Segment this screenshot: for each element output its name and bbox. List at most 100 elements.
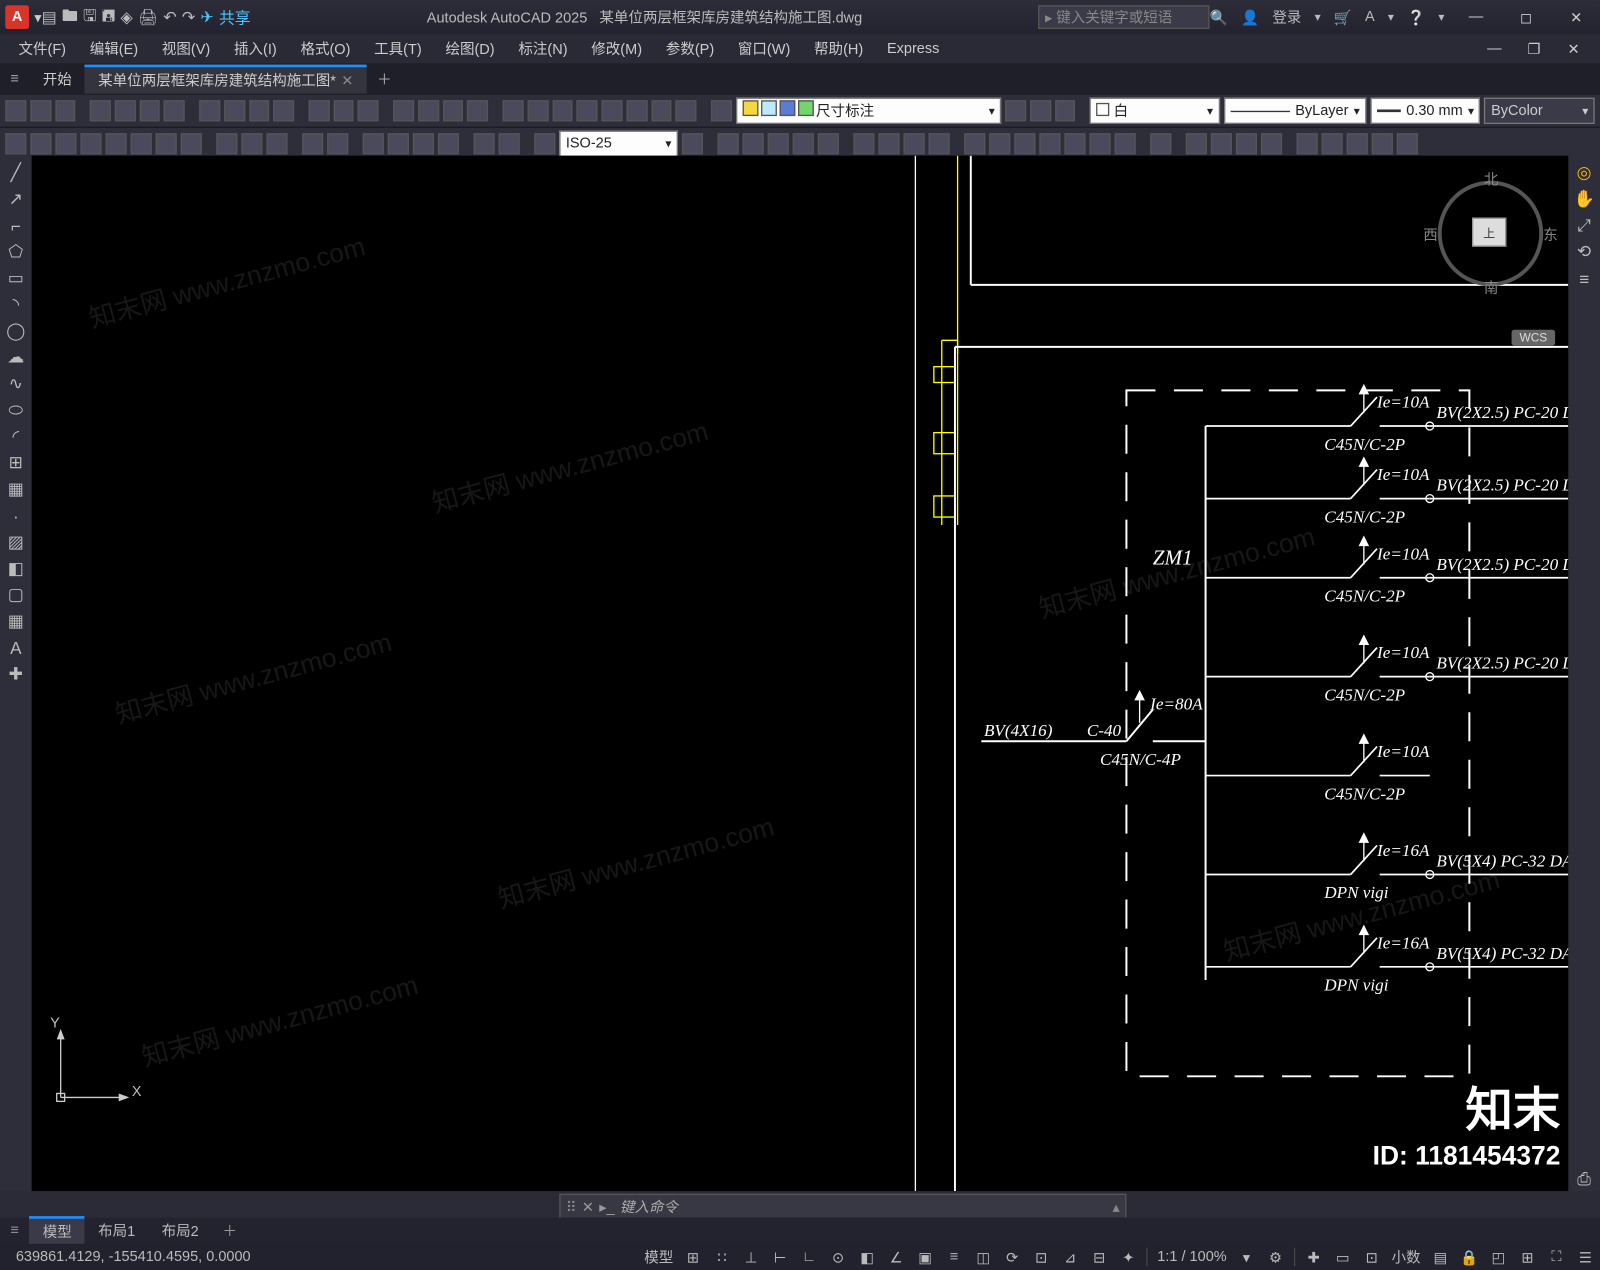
menu-help[interactable]: 帮助(H) [803, 36, 873, 62]
login-icon[interactable]: 👤 [1241, 9, 1259, 26]
rect-icon[interactable]: ▭ [4, 266, 28, 290]
hwaccel-icon[interactable]: ⊞ [1514, 1246, 1540, 1267]
status-model[interactable]: 模型 [639, 1246, 679, 1267]
infer-icon[interactable]: ⊥ [738, 1246, 764, 1267]
doc-minimize-icon[interactable]: — [1476, 38, 1513, 59]
qat-share-label[interactable]: 共享 [219, 6, 251, 28]
doc-restore-icon[interactable]: ❐ [1516, 38, 1553, 60]
move-icon[interactable] [853, 133, 874, 154]
revcloud-icon[interactable]: ☁ [4, 346, 28, 370]
break-icon[interactable] [1014, 133, 1035, 154]
snap-icon[interactable]: ∷ [709, 1246, 735, 1267]
ellipse-arc-icon[interactable]: ◜ [4, 425, 28, 449]
erase-icon[interactable] [718, 133, 739, 154]
color-dropdown[interactable]: 白▾ [1090, 98, 1220, 124]
dimedit-icon[interactable] [474, 133, 495, 154]
tolerance-icon[interactable] [363, 133, 384, 154]
line-icon[interactable]: ╱ [4, 161, 28, 185]
table-icon[interactable]: ▦ [4, 609, 28, 633]
cmd-handle-icon[interactable]: ⠿ [566, 1198, 577, 1215]
ellipse-icon[interactable]: ⬭ [4, 398, 28, 422]
monitor-icon[interactable]: ▭ [1330, 1246, 1356, 1267]
showmotion-icon[interactable]: ≡ [1572, 266, 1596, 290]
props-icon[interactable] [503, 100, 524, 121]
dim-break-icon[interactable] [327, 133, 348, 154]
3dosnap-icon[interactable]: ⊡ [1028, 1246, 1054, 1267]
new-file-icon[interactable] [5, 100, 26, 121]
block-make-icon[interactable] [1186, 133, 1207, 154]
dim-quick-icon[interactable] [216, 133, 237, 154]
menu-express[interactable]: Express [876, 38, 950, 59]
region-icon-l[interactable]: ▢ [4, 583, 28, 607]
isodraft-icon[interactable]: ◧ [854, 1246, 880, 1267]
layout-add-button[interactable]: ＋ [212, 1220, 248, 1241]
wcs-badge[interactable]: WCS [1512, 330, 1556, 346]
gizmo-icon[interactable]: ✦ [1115, 1246, 1141, 1267]
xline-icon[interactable]: ↗ [4, 187, 28, 211]
annoscale-icon-sb[interactable]: ▾ [1233, 1246, 1259, 1267]
new-tab-button[interactable]: ＋ [367, 69, 403, 90]
copy-icon[interactable] [224, 100, 245, 121]
ws-icon[interactable]: ✚ [1301, 1246, 1327, 1267]
qat-new-icon[interactable]: ▤ [42, 8, 57, 26]
cleanscreen-icon[interactable] [676, 100, 697, 121]
save-file-icon[interactable] [55, 100, 76, 121]
layer-state-icon[interactable] [1030, 100, 1051, 121]
menu-window[interactable]: 窗口(W) [727, 36, 800, 62]
zoom-ext-icon-r[interactable]: ⤢ [1572, 214, 1596, 238]
layermgr-icon[interactable] [711, 100, 732, 121]
match-icon[interactable] [273, 100, 294, 121]
inspect-icon[interactable] [413, 133, 434, 154]
dim-aligned-icon[interactable] [30, 133, 51, 154]
addselect-icon[interactable]: ✚ [4, 662, 28, 686]
layer-iso-icon[interactable] [1055, 100, 1076, 121]
plot-icon[interactable] [90, 100, 111, 121]
dim-base-icon[interactable] [241, 133, 262, 154]
transp-icon[interactable]: ◫ [970, 1246, 996, 1267]
cmd-recent-icon[interactable]: ▴ [1113, 1198, 1120, 1215]
chamfer-icon[interactable] [1064, 133, 1085, 154]
menu-insert[interactable]: 插入(I) [223, 36, 287, 62]
coords-readout[interactable]: 639861.4129, -155410.4595, 0.0000 [0, 1249, 266, 1265]
help-icon[interactable]: ❔ [1407, 9, 1425, 26]
spline-icon[interactable]: ∿ [4, 372, 28, 396]
file-tabs-menu-icon[interactable]: ≡ [0, 71, 30, 87]
command-line-input[interactable]: ⠿ ✕ ▸_ 键入命令 ▴ [559, 1194, 1126, 1220]
gear-icon[interactable]: ⚙ [1262, 1246, 1288, 1267]
dimtedit-icon[interactable] [499, 133, 520, 154]
circle-icon[interactable]: ◯ [4, 319, 28, 343]
block-edit-icon[interactable] [1236, 133, 1257, 154]
dim-dia-icon[interactable] [156, 133, 177, 154]
units-label[interactable]: 小数 [1386, 1246, 1426, 1267]
annoscale-icon[interactable]: ⎙ [1572, 1167, 1596, 1191]
menu-draw[interactable]: 绘图(D) [435, 36, 505, 62]
block-editor-icon[interactable] [309, 100, 330, 121]
cmdline-icon[interactable] [651, 100, 672, 121]
joglinear-icon[interactable] [438, 133, 459, 154]
undo2-icon[interactable] [333, 100, 354, 121]
dimstyle-dropdown[interactable]: ISO-25▾ [559, 131, 678, 157]
menu-dim[interactable]: 标注(N) [508, 36, 578, 62]
logo-caret-icon[interactable]: ▾ [34, 9, 41, 26]
dim-ord-icon[interactable] [80, 133, 101, 154]
qat-plot-icon[interactable]: 🖨 [138, 8, 158, 26]
layer-prev-icon[interactable] [1005, 100, 1026, 121]
selfilter-icon[interactable]: ⊟ [1086, 1246, 1112, 1267]
dim-radius-icon[interactable] [106, 133, 127, 154]
make-block-icon[interactable]: ▦ [4, 477, 28, 501]
polar-icon[interactable]: ⊙ [825, 1246, 851, 1267]
qat-redo-icon[interactable]: ↷ [182, 8, 195, 26]
ortho-icon[interactable]: ∟ [796, 1246, 822, 1267]
ssm-icon[interactable] [577, 100, 598, 121]
window-maximize-icon[interactable]: ◻ [1508, 9, 1545, 26]
layout-menu-icon[interactable]: ≡ [0, 1223, 30, 1239]
lineweight-dropdown[interactable]: 0.30 mm▾ [1370, 98, 1480, 124]
list-icon[interactable] [1372, 133, 1393, 154]
tab-start[interactable]: 开始 [30, 65, 85, 94]
zoom-rt-icon[interactable] [418, 100, 439, 121]
menu-view[interactable]: 视图(V) [151, 36, 220, 62]
scale-icon[interactable] [904, 133, 925, 154]
wheel-icon[interactable]: ◎ [1572, 161, 1596, 185]
pan-icon[interactable] [393, 100, 414, 121]
join-icon[interactable] [1039, 133, 1060, 154]
